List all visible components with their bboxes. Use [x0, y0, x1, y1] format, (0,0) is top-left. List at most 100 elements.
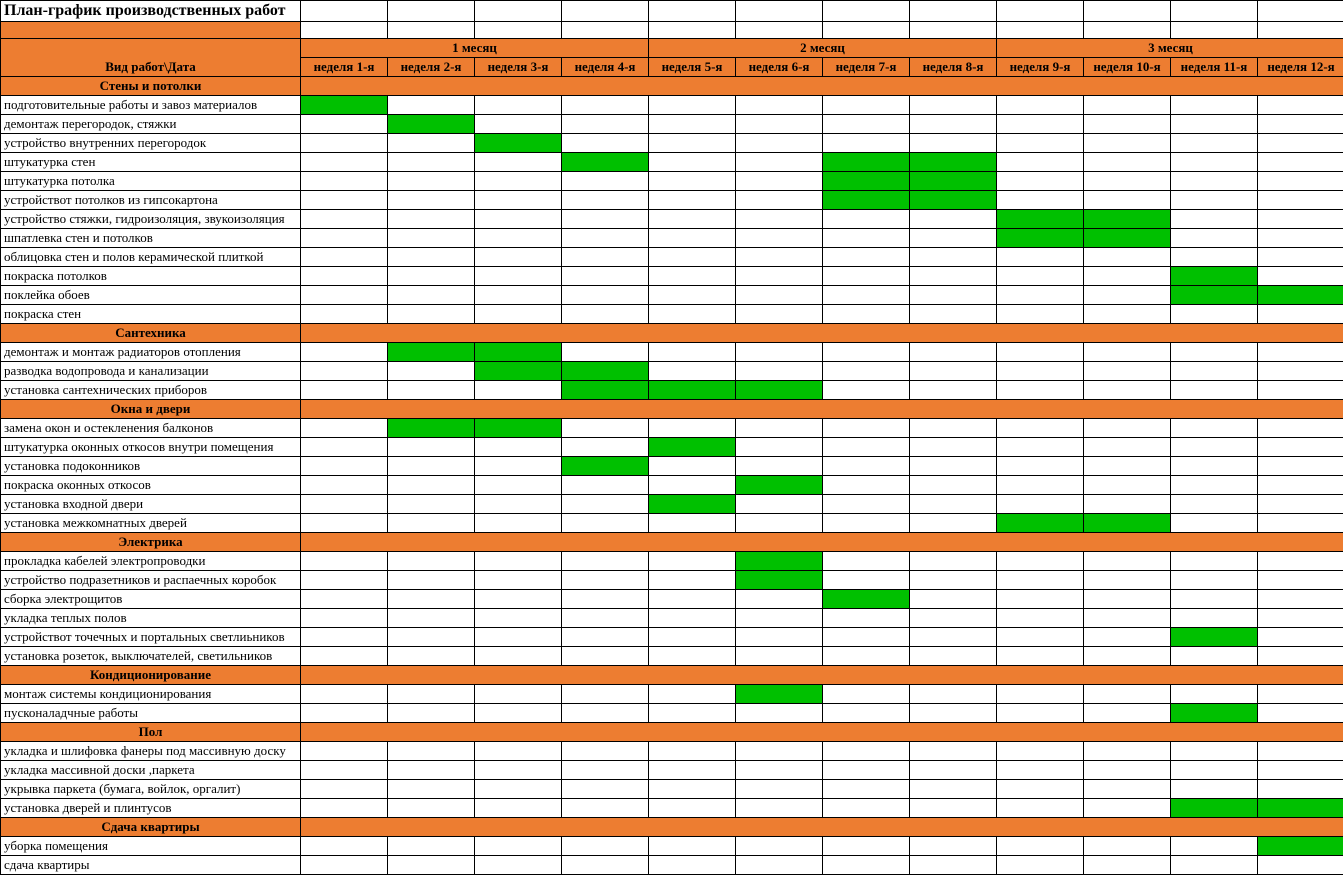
gantt-cell: [997, 362, 1084, 381]
gantt-cell: [997, 609, 1084, 628]
gantt-cell: [649, 172, 736, 191]
gantt-cell: [649, 495, 736, 514]
gantt-cell: [649, 96, 736, 115]
gantt-cell: [475, 438, 562, 457]
gantt-cell: [1084, 419, 1171, 438]
gantt-cell: [301, 514, 388, 533]
gantt-cell: [301, 286, 388, 305]
gantt-cell: [475, 248, 562, 267]
gantt-cell: [1171, 799, 1258, 818]
gantt-cell: [1171, 590, 1258, 609]
gantt-cell: [388, 134, 475, 153]
gantt-cell: [388, 571, 475, 590]
gantt-cell: [649, 476, 736, 495]
gantt-cell: [1171, 856, 1258, 875]
week-header: неделя 8-я: [910, 58, 997, 77]
task-label: уборка помещения: [1, 837, 301, 856]
gantt-cell: [736, 685, 823, 704]
gantt-cell: [910, 343, 997, 362]
task-label: прокладка кабелей электропроводки: [1, 552, 301, 571]
gantt-cell: [475, 191, 562, 210]
task-label: устройство внутренних перегородок: [1, 134, 301, 153]
task-row: поклейка обоев: [1, 286, 1343, 305]
gantt-cell: [997, 248, 1084, 267]
gantt-cell: [997, 381, 1084, 400]
gantt-cell: [1258, 286, 1343, 305]
gantt-cell: [562, 647, 649, 666]
gantt-cell: [1171, 495, 1258, 514]
gantt-cell: [475, 799, 562, 818]
gantt-cell: [910, 457, 997, 476]
gantt-cell: [823, 685, 910, 704]
task-row: устройство стяжки, гидроизоляция, звукои…: [1, 210, 1343, 229]
gantt-cell: [1084, 134, 1171, 153]
gantt-cell: [562, 438, 649, 457]
gantt-cell: [823, 780, 910, 799]
section-row: Электрика: [1, 533, 1343, 552]
gantt-cell: [301, 457, 388, 476]
week-header: неделя 3-я: [475, 58, 562, 77]
gantt-cell: [997, 647, 1084, 666]
gantt-cell: [910, 134, 997, 153]
gantt-cell: [649, 780, 736, 799]
gantt-cell: [736, 172, 823, 191]
gantt-cell: [1258, 704, 1343, 723]
gantt-cell: [1084, 780, 1171, 799]
gantt-cell: [910, 799, 997, 818]
task-label: поклейка обоев: [1, 286, 301, 305]
gantt-cell: [997, 172, 1084, 191]
gantt-cell: [301, 229, 388, 248]
gantt-cell: [910, 381, 997, 400]
gantt-cell: [1171, 552, 1258, 571]
gantt-cell: [910, 115, 997, 134]
gantt-cell: [1084, 761, 1171, 780]
gantt-cell: [910, 362, 997, 381]
task-label: замена окон и остекленения балконов: [1, 419, 301, 438]
gantt-cell: [649, 856, 736, 875]
gantt-cell: [301, 780, 388, 799]
gantt-cell: [910, 742, 997, 761]
gantt-cell: [1258, 609, 1343, 628]
gantt-cell: [910, 191, 997, 210]
gantt-cell: [562, 742, 649, 761]
gantt-cell: [562, 856, 649, 875]
gantt-cell: [1258, 438, 1343, 457]
gantt-cell: [1171, 742, 1258, 761]
gantt-cell: [475, 381, 562, 400]
gantt-cell: [301, 267, 388, 286]
gantt-cell: [649, 267, 736, 286]
task-label: установка сантехнических приборов: [1, 381, 301, 400]
gantt-cell: [649, 571, 736, 590]
gantt-cell: [1084, 191, 1171, 210]
gantt-cell: [1171, 476, 1258, 495]
gantt-cell: [997, 742, 1084, 761]
gantt-cell: [736, 457, 823, 476]
task-row: покраска потолков: [1, 267, 1343, 286]
gantt-cell: [562, 96, 649, 115]
gantt-cell: [649, 305, 736, 324]
gantt-cell: [736, 381, 823, 400]
gantt-cell: [562, 476, 649, 495]
gantt-cell: [388, 381, 475, 400]
gantt-cell: [823, 514, 910, 533]
gantt-cell: [823, 172, 910, 191]
gantt-cell: [736, 495, 823, 514]
gantt-cell: [997, 495, 1084, 514]
gantt-cell: [1084, 438, 1171, 457]
section-span: [301, 666, 1343, 685]
gantt-cell: [562, 115, 649, 134]
gantt-cell: [1258, 248, 1343, 267]
gantt-cell: [1258, 571, 1343, 590]
gantt-cell: [388, 780, 475, 799]
week-header: неделя 11-я: [1171, 58, 1258, 77]
task-label: покраска оконных откосов: [1, 476, 301, 495]
task-row: устройствот точечных и портальных светли…: [1, 628, 1343, 647]
gantt-cell: [736, 229, 823, 248]
gantt-cell: [1258, 590, 1343, 609]
gantt-cell: [562, 552, 649, 571]
gantt-cell: [1258, 856, 1343, 875]
gantt-cell: [823, 286, 910, 305]
gantt-cell: [910, 780, 997, 799]
section-span: [301, 818, 1343, 837]
gantt-cell: [562, 628, 649, 647]
